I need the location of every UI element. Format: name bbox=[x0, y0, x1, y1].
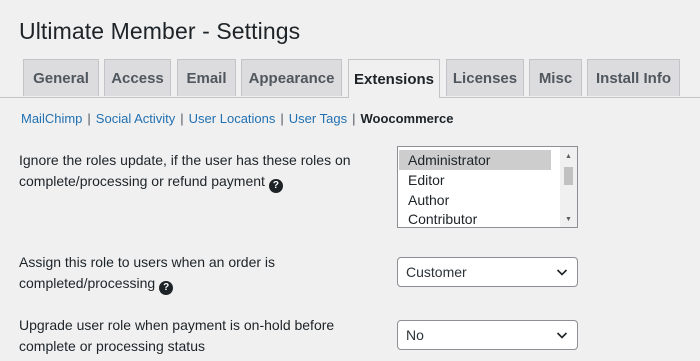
assign-role-label-line2: completed/processing bbox=[19, 275, 156, 291]
role-option-contributor[interactable]: Contributor bbox=[399, 209, 551, 227]
assign-role-select-value: Customer bbox=[406, 264, 467, 280]
tab-email[interactable]: Email bbox=[177, 59, 236, 96]
ignore-roles-listbox[interactable]: Administrator Editor Author Contributor … bbox=[397, 146, 578, 228]
question-circle-icon[interactable]: ? bbox=[268, 178, 283, 193]
extensions-subnav: MailChimp | Social Activity | User Locations… bbox=[21, 111, 453, 126]
settings-tabs: General Access Email Appearance Extensio… bbox=[0, 59, 700, 98]
subnav-current-woocommerce: Woocommerce bbox=[360, 111, 454, 126]
assign-role-label-line1: Assign this role to users when an order … bbox=[19, 254, 276, 270]
tab-misc[interactable]: Misc bbox=[529, 59, 582, 96]
role-option-administrator[interactable]: Administrator bbox=[399, 150, 551, 170]
tab-install-info[interactable]: Install Info bbox=[587, 59, 680, 96]
assign-role-select[interactable]: Customer bbox=[397, 257, 578, 287]
ignore-roles-label: Ignore the roles update, if the user has… bbox=[19, 150, 351, 193]
tab-licenses[interactable]: Licenses bbox=[446, 59, 524, 96]
tab-general[interactable]: General bbox=[23, 59, 99, 96]
upgrade-role-select[interactable]: No bbox=[397, 320, 578, 350]
tab-appearance[interactable]: Appearance bbox=[241, 59, 342, 96]
upgrade-role-label-line1: Upgrade user role when payment is on-hol… bbox=[19, 317, 335, 333]
assign-role-label: Assign this role to users when an order … bbox=[19, 252, 275, 295]
role-option-editor[interactable]: Editor bbox=[399, 170, 551, 190]
role-option-author[interactable]: Author bbox=[399, 190, 551, 210]
upgrade-role-select-value: No bbox=[406, 327, 424, 343]
subnav-link-user-locations[interactable]: User Locations bbox=[189, 111, 276, 126]
ignore-roles-label-line1: Ignore the roles update, if the user has… bbox=[19, 152, 351, 168]
subnav-separator: | bbox=[280, 111, 284, 126]
tab-access[interactable]: Access bbox=[104, 59, 171, 96]
tab-extensions[interactable]: Extensions bbox=[348, 59, 440, 98]
subnav-separator: | bbox=[352, 111, 356, 126]
subnav-separator: | bbox=[87, 111, 91, 126]
chevron-down-icon bbox=[556, 269, 568, 276]
upgrade-role-label: Upgrade user role when payment is on-hol… bbox=[19, 315, 334, 357]
subnav-link-mailchimp[interactable]: MailChimp bbox=[21, 111, 82, 126]
upgrade-role-label-line2: complete or processing status bbox=[19, 338, 205, 354]
subnav-link-social-activity[interactable]: Social Activity bbox=[96, 111, 175, 126]
page-title: Ultimate Member - Settings bbox=[19, 18, 301, 44]
scroll-down-arrow-icon[interactable]: ▼ bbox=[560, 212, 577, 226]
scrollbar-thumb[interactable] bbox=[564, 167, 573, 185]
listbox-scrollbar[interactable]: ▲ ▼ bbox=[560, 147, 577, 227]
question-circle-icon[interactable]: ? bbox=[159, 280, 174, 295]
subnav-link-user-tags[interactable]: User Tags bbox=[289, 111, 347, 126]
subnav-separator: | bbox=[180, 111, 184, 126]
scroll-up-arrow-icon[interactable]: ▲ bbox=[560, 149, 577, 163]
chevron-down-icon bbox=[556, 332, 568, 339]
ignore-roles-label-line2: complete/processing or refund payment bbox=[19, 173, 265, 189]
